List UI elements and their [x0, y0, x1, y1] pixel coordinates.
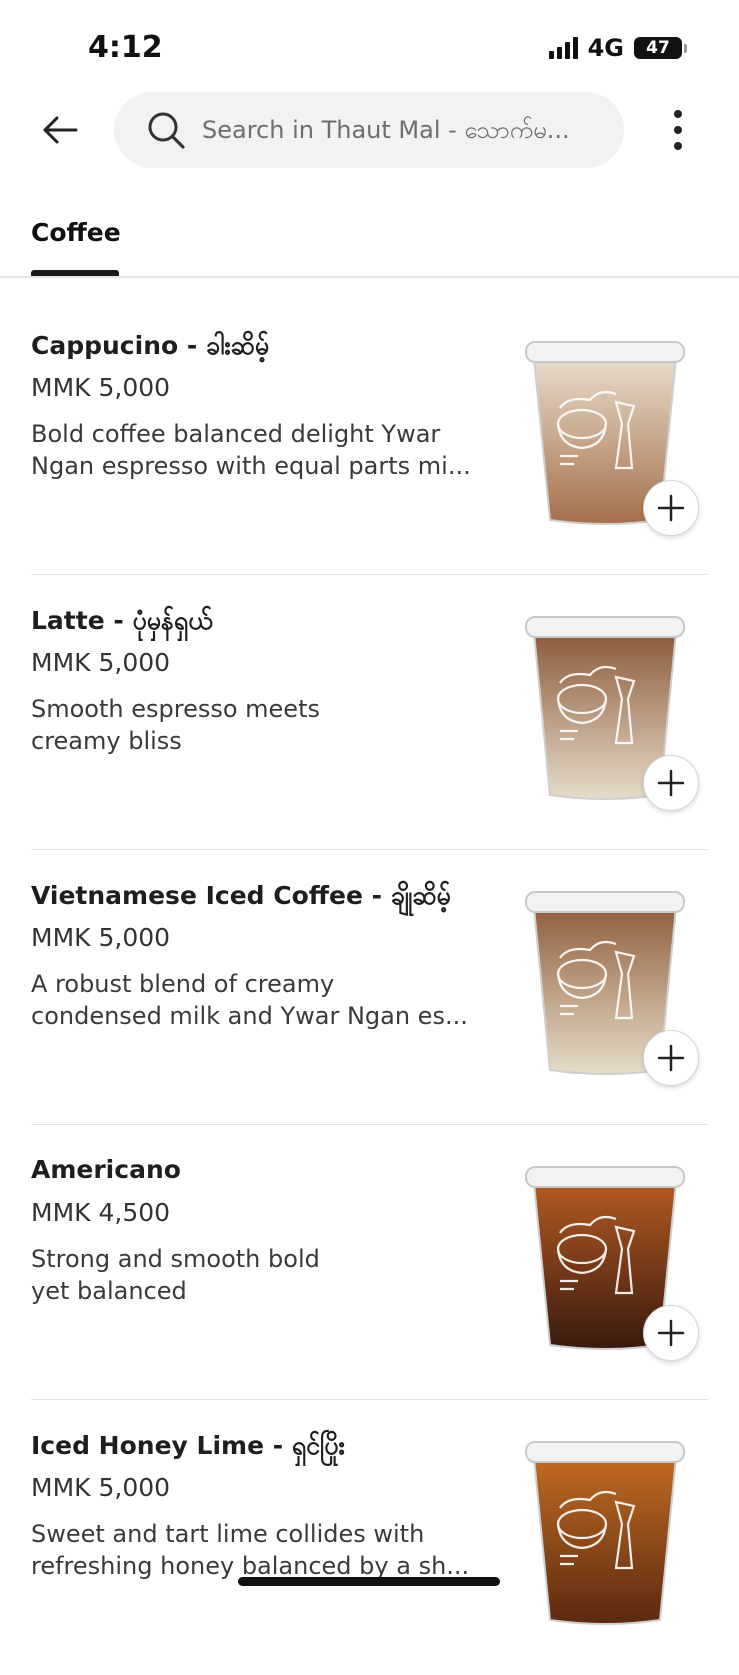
signal-icon [548, 37, 578, 59]
status-time: 4:12 [88, 30, 163, 65]
plus-icon [657, 1044, 685, 1072]
item-description: Smooth espresso meets creamy bliss [31, 695, 320, 755]
more-dot-icon [674, 142, 682, 150]
search-box[interactable] [114, 92, 624, 168]
home-indicator [238, 1577, 500, 1586]
item-name: Latte - ပုံမှန်ရှယ် [31, 606, 213, 635]
item-description: A robust blend of creamy condensed milk … [31, 970, 468, 1030]
battery-icon: 47 [634, 37, 687, 59]
item-name: Americano [31, 1155, 181, 1184]
more-dot-icon [674, 126, 682, 134]
more-options-button[interactable] [660, 106, 696, 154]
tab-coffee[interactable]: Coffee [31, 218, 121, 247]
back-button[interactable] [36, 106, 84, 154]
menu-item[interactable]: Iced Honey Lime - ရှင်ပြိုး MMK 5,000 Sw… [0, 1400, 739, 1675]
menu-item[interactable]: Vietnamese Iced Coffee - ချိုဆိမ့် MMK 5… [0, 850, 739, 1125]
menu-item[interactable]: Americano MMK 4,500 Strong and smooth bo… [0, 1125, 739, 1400]
status-bar: 4:12 4G 47 [0, 0, 739, 90]
more-dot-icon [674, 110, 682, 118]
back-arrow-icon [43, 116, 78, 144]
drink-image [525, 1441, 685, 1625]
menu-list: Cappucino - ခါးဆိမ့် MMK 5,000 Bold coff… [0, 300, 739, 1675]
search-icon [144, 108, 188, 152]
search-input[interactable] [202, 116, 612, 144]
item-price: MMK 5,000 [31, 373, 171, 402]
item-name: Cappucino - ခါးဆိမ့် [31, 331, 270, 360]
category-tabs: Coffee [0, 200, 739, 278]
battery-level: 47 [634, 37, 682, 59]
plus-icon [657, 769, 685, 797]
network-label: 4G [587, 34, 624, 62]
item-price: MMK 5,000 [31, 1473, 171, 1502]
add-button[interactable] [643, 1030, 699, 1086]
item-price: MMK 5,000 [31, 648, 171, 677]
plus-icon [657, 1319, 685, 1347]
item-name: Iced Honey Lime - ရှင်ပြိုး [31, 1431, 345, 1460]
top-bar [0, 92, 739, 168]
item-price: MMK 5,000 [31, 923, 171, 952]
add-button[interactable] [643, 1305, 699, 1361]
menu-item[interactable]: Latte - ပုံမှန်ရှယ် MMK 5,000 Smooth esp… [0, 575, 739, 850]
item-description: Bold coffee balanced delight Ywar Ngan e… [31, 420, 471, 480]
item-description: Sweet and tart lime collides with refres… [31, 1520, 470, 1580]
item-name: Vietnamese Iced Coffee - ချိုဆိမ့် [31, 881, 451, 910]
add-button[interactable] [643, 755, 699, 811]
item-price: MMK 4,500 [31, 1198, 171, 1227]
item-description: Strong and smooth bold yet balanced [31, 1245, 320, 1305]
add-button[interactable] [643, 480, 699, 536]
status-indicators: 4G 47 [548, 34, 687, 62]
active-tab-indicator [31, 270, 119, 276]
menu-item[interactable]: Cappucino - ခါးဆိမ့် MMK 5,000 Bold coff… [0, 300, 739, 575]
plus-icon [657, 494, 685, 522]
